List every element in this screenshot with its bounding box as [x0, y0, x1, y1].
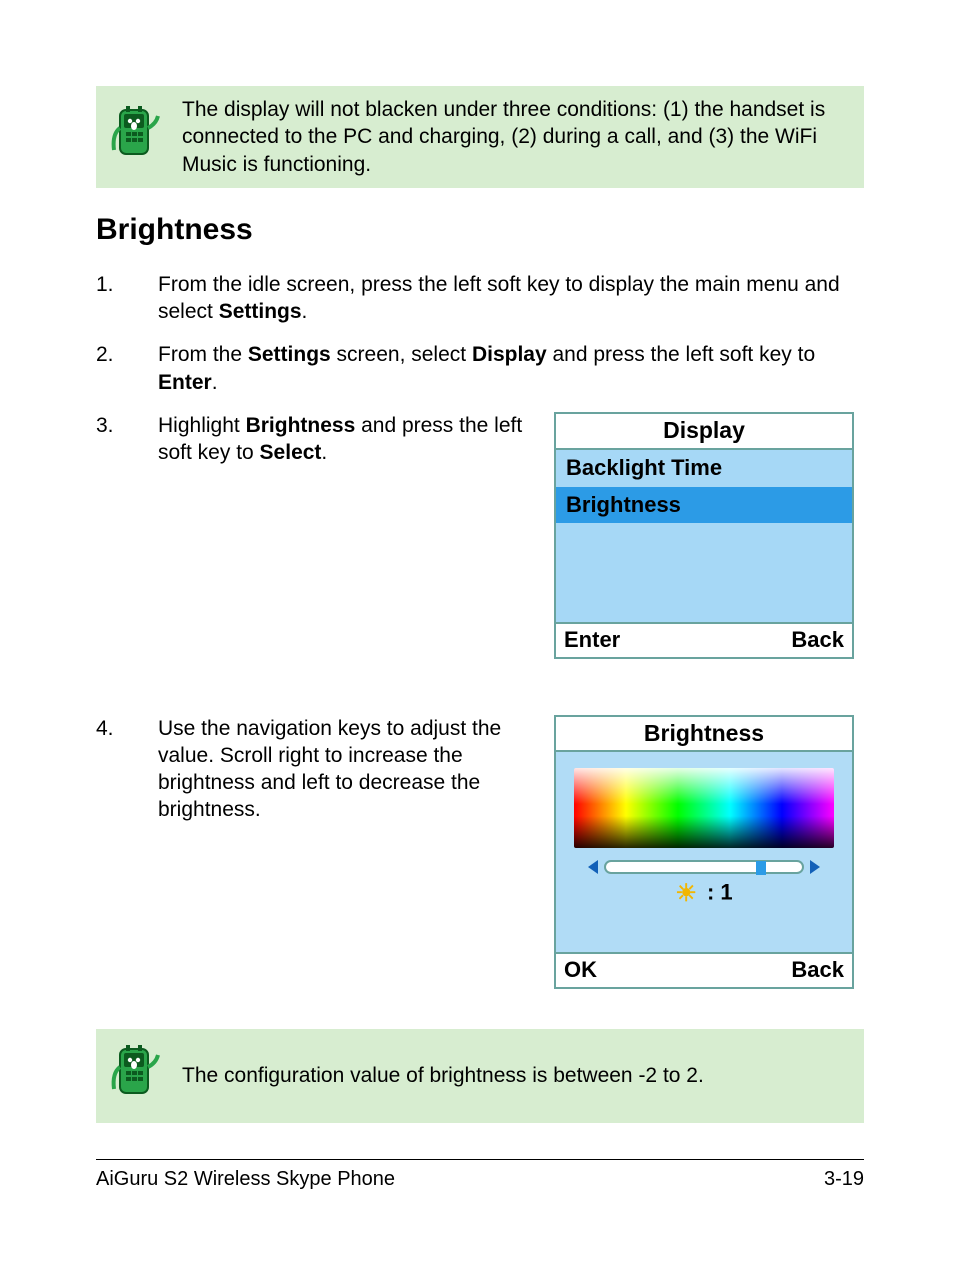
brightness-value-row: ☀ : 1	[566, 878, 842, 909]
step-1-part-c: .	[302, 300, 308, 323]
screen2-softkey-left: OK	[564, 956, 597, 985]
step-3-part-e: .	[321, 441, 327, 464]
step-3-part-a: Highlight	[158, 414, 246, 437]
step-1-bold-settings: Settings	[219, 300, 302, 323]
brightness-slider	[566, 860, 842, 874]
step-3-text: Highlight Brightness and press the left …	[158, 412, 554, 467]
step-2-bold-enter: Enter	[158, 371, 212, 394]
step-2-bold-display: Display	[472, 343, 547, 366]
step-2-part-g: .	[212, 371, 218, 394]
slider-thumb	[756, 861, 766, 875]
step-2-bold-settings: Settings	[248, 343, 331, 366]
note-2-text: The configuration value of brightness is…	[182, 1062, 704, 1089]
screen1-item-backlight: Backlight Time	[556, 450, 852, 487]
screen2-title: Brightness	[556, 717, 852, 753]
step-1: 1. From the idle screen, press the left …	[96, 271, 864, 326]
info-note-1: The display will not blacken under three…	[96, 86, 864, 188]
step-3-bold-brightness: Brightness	[246, 414, 356, 437]
step-3-number: 3.	[96, 412, 158, 439]
screen1-softkeys: Enter Back	[556, 622, 852, 657]
phone-mascot-icon	[106, 106, 162, 168]
screen1-item-brightness-selected: Brightness	[556, 487, 852, 524]
brightness-value: 1	[720, 880, 732, 905]
step-4-text: Use the navigation keys to adjust the va…	[158, 715, 554, 824]
note-1-text: The display will not blacken under three…	[182, 96, 850, 178]
section-heading-brightness: Brightness	[96, 210, 864, 249]
footer-page-number: 3-19	[824, 1166, 864, 1192]
step-2-text: From the Settings screen, select Display…	[158, 341, 864, 396]
device-screenshot-brightness: Brightness ☀ : 1	[554, 715, 854, 989]
screen2-softkeys: OK Back	[556, 952, 852, 987]
color-spectrum-icon	[574, 768, 834, 848]
step-3-bold-select: Select	[260, 441, 322, 464]
screen1-softkey-left: Enter	[564, 626, 620, 655]
step-4: 4. Use the navigation keys to adjust the…	[96, 715, 864, 989]
device-screenshot-display: Display Backlight Time Brightness Enter …	[554, 412, 854, 658]
step-2: 2. From the Settings screen, select Disp…	[96, 341, 864, 396]
step-2-number: 2.	[96, 341, 158, 368]
step-2-part-a: From the	[158, 343, 248, 366]
step-3: 3. Highlight Brightness and press the le…	[96, 412, 864, 698]
brightness-value-sep: :	[701, 880, 721, 905]
slider-track	[604, 860, 804, 874]
screen1-softkey-right: Back	[791, 626, 844, 655]
arrow-left-icon	[588, 860, 598, 874]
step-2-part-c: screen, select	[331, 343, 472, 366]
step-1-number: 1.	[96, 271, 158, 298]
step-1-text: From the idle screen, press the left sof…	[158, 271, 864, 326]
footer-product-name: AiGuru S2 Wireless Skype Phone	[96, 1166, 395, 1192]
info-note-2: The configuration value of brightness is…	[96, 1029, 864, 1123]
screen1-list: Backlight Time Brightness	[556, 450, 852, 622]
page-footer: AiGuru S2 Wireless Skype Phone 3-19	[96, 1159, 864, 1192]
step-4-number: 4.	[96, 715, 158, 742]
screen2-softkey-right: Back	[791, 956, 844, 985]
screen1-title: Display	[556, 414, 852, 450]
footer-divider	[96, 1159, 864, 1160]
sun-icon: ☀	[675, 878, 697, 909]
phone-mascot-icon	[106, 1045, 162, 1107]
step-2-part-e: and press the left soft key to	[547, 343, 815, 366]
arrow-right-icon	[810, 860, 820, 874]
